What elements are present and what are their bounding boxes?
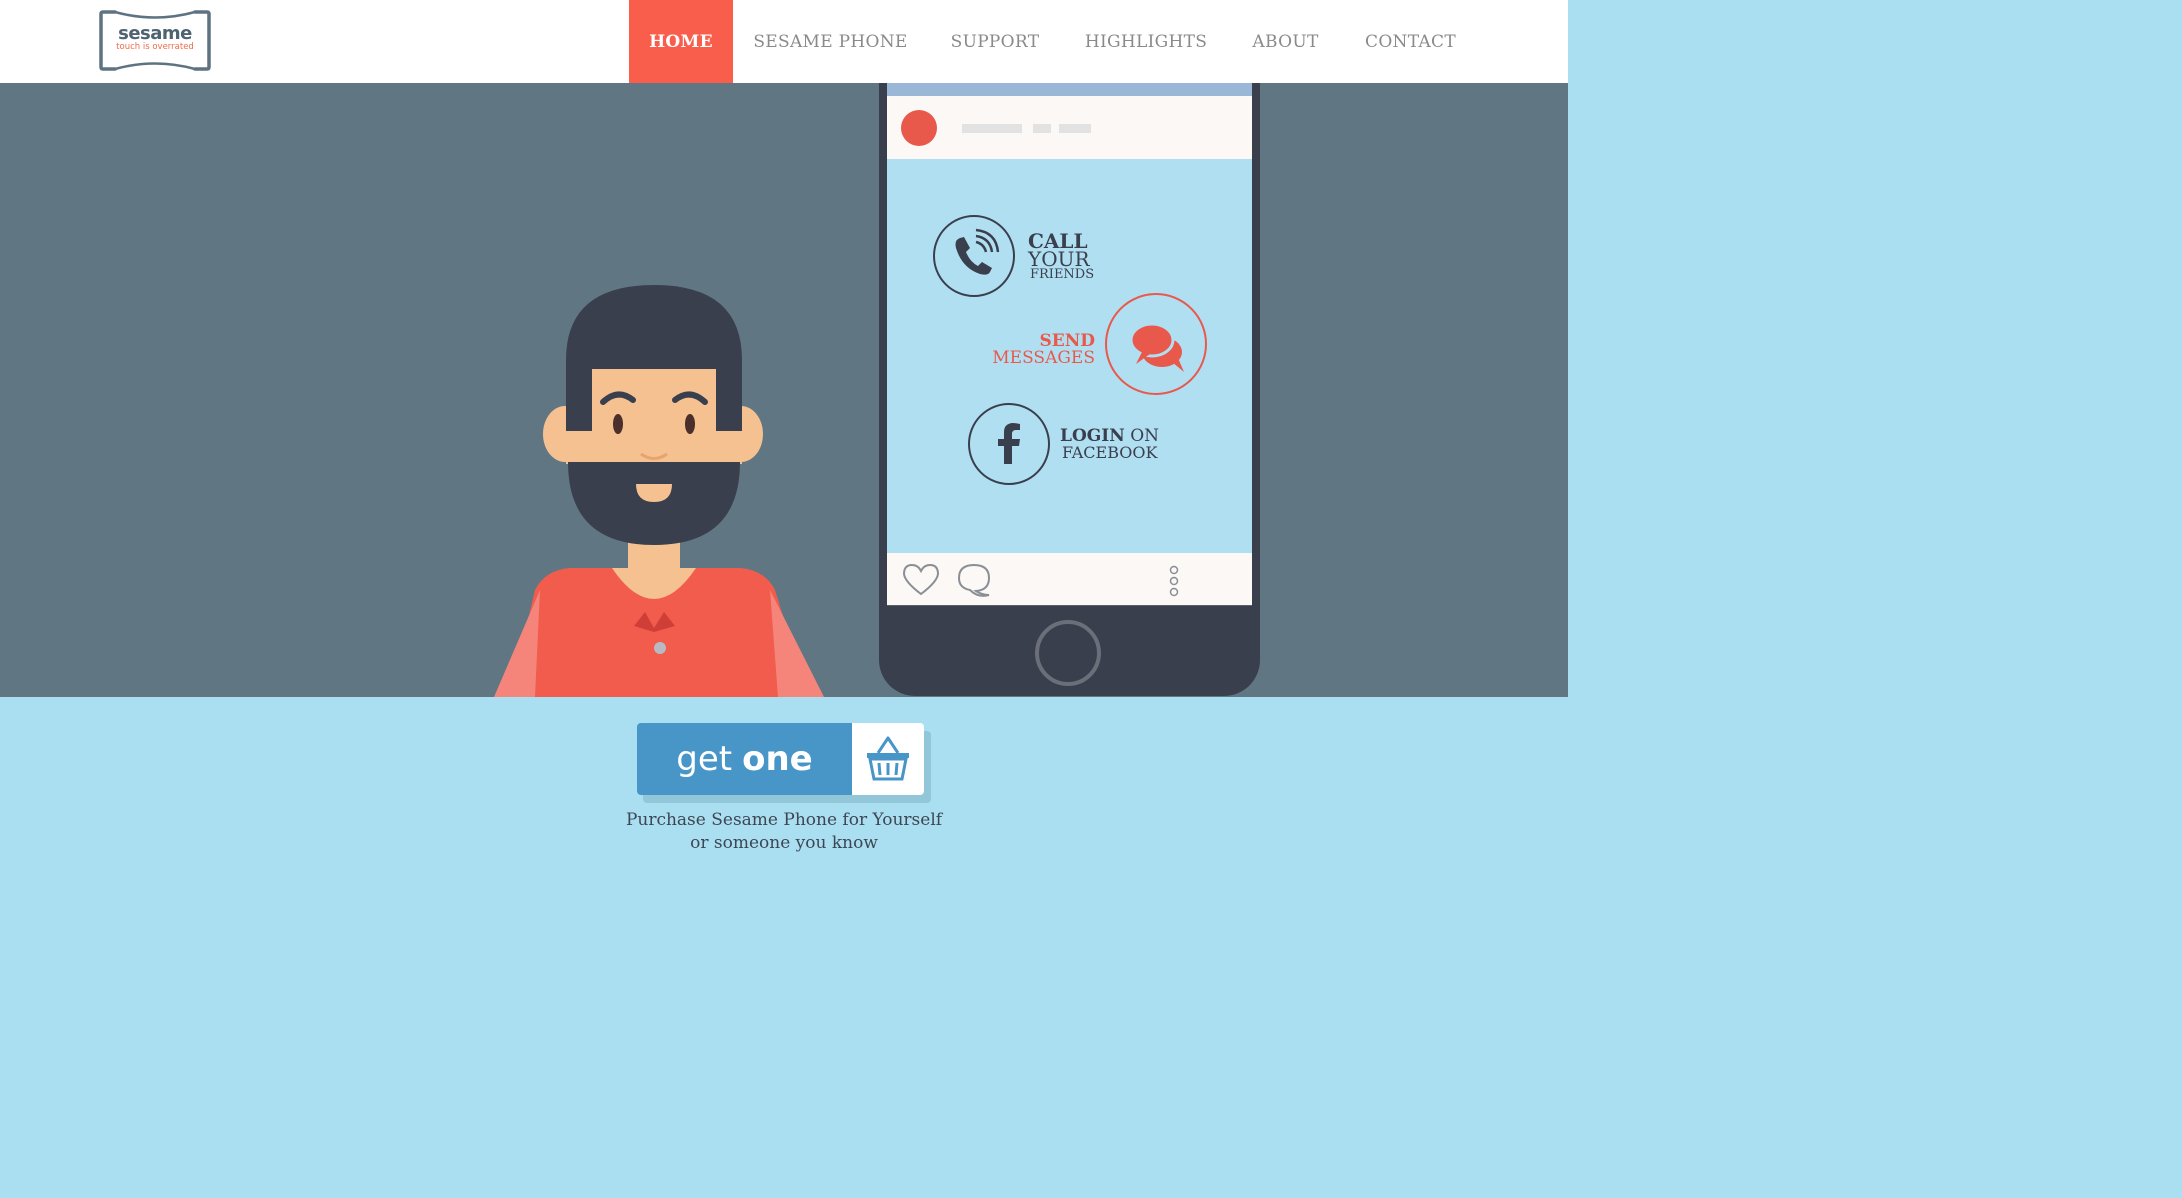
cta-text-line1: Purchase Sesame Phone for Yourself bbox=[625, 810, 943, 830]
more-vertical-icon[interactable] bbox=[1166, 563, 1182, 599]
facebook-icon bbox=[968, 403, 1050, 485]
comment-icon[interactable] bbox=[956, 562, 994, 598]
bearded-man-illustration bbox=[494, 83, 1260, 697]
logo-tagline: touch is overrated bbox=[116, 42, 194, 52]
cta-text-line2: or someone you know bbox=[690, 833, 878, 853]
nav-contact[interactable]: CONTACT bbox=[1348, 0, 1473, 83]
login-facebook-item[interactable] bbox=[967, 402, 1051, 490]
nav-sesame-phone[interactable]: SESAME PHONE bbox=[740, 0, 921, 83]
get-one-button[interactable]: get one bbox=[637, 723, 852, 795]
get-one-bold: one bbox=[742, 739, 813, 779]
sesame-logo[interactable]: sesame touch is overrated bbox=[99, 9, 211, 72]
call-friends-item[interactable] bbox=[932, 214, 1016, 302]
hero-section: CALL YOUR FRIENDS SEND MESSAGES LOGIN ON… bbox=[0, 83, 1568, 697]
logo-name: sesame bbox=[118, 23, 192, 44]
chat-bubbles-icon bbox=[1105, 293, 1207, 395]
call-label-2: YOUR bbox=[1028, 247, 1090, 271]
send-label-2: MESSAGES bbox=[992, 348, 1095, 368]
nav-about[interactable]: ABOUT bbox=[1238, 0, 1333, 83]
heart-icon[interactable] bbox=[901, 562, 941, 598]
nav-support[interactable]: SUPPORT bbox=[936, 0, 1054, 83]
nav-home[interactable]: HOME bbox=[629, 0, 733, 83]
nav-highlights[interactable]: HIGHLIGHTS bbox=[1070, 0, 1222, 83]
basket-icon bbox=[867, 736, 909, 781]
basket-button[interactable] bbox=[852, 723, 924, 795]
get-one-pre: get bbox=[676, 739, 733, 779]
site-header: sesame touch is overrated HOME SESAME PH… bbox=[0, 0, 1568, 83]
phone-icon bbox=[933, 215, 1015, 297]
send-messages-item[interactable] bbox=[1104, 292, 1209, 401]
call-label-3: FRIENDS bbox=[1030, 267, 1095, 282]
login-label-2: FACEBOOK bbox=[1062, 443, 1158, 462]
